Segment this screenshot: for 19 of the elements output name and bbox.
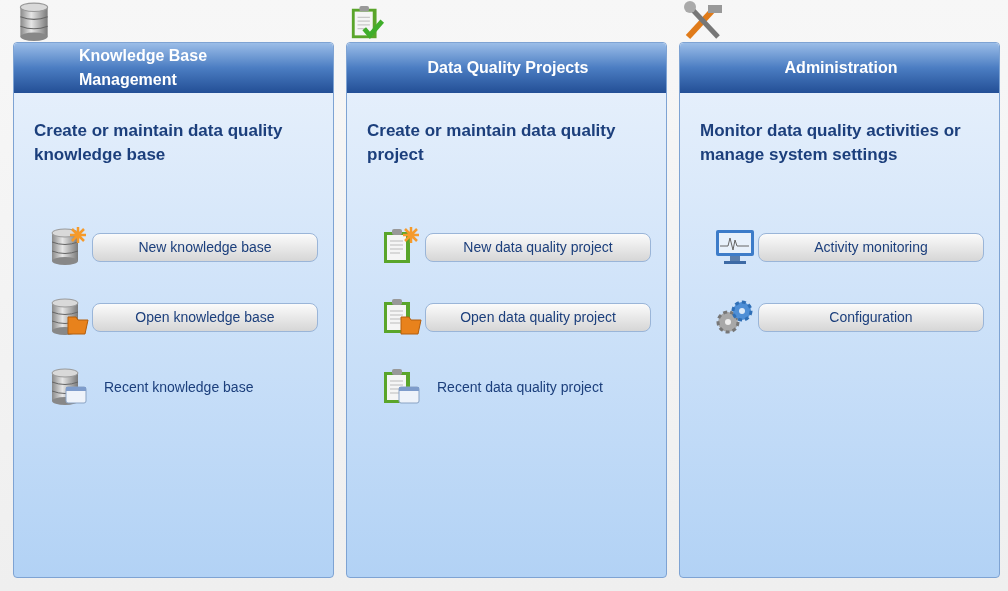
clipboard-folder-icon bbox=[381, 297, 423, 337]
panel-heading: Create or maintain data quality knowledge base bbox=[34, 120, 284, 166]
action-button[interactable]: Activity monitoring bbox=[758, 232, 984, 262]
action-button[interactable]: Configuration bbox=[758, 302, 984, 332]
action-button[interactable]: New data quality project bbox=[425, 232, 651, 262]
panel-title: Data Quality Projects bbox=[426, 58, 590, 78]
database-window-icon bbox=[48, 367, 90, 407]
database-folder-icon bbox=[48, 297, 90, 337]
panel-heading: Create or maintain data quality project bbox=[367, 120, 617, 166]
action-button[interactable]: Open data quality project bbox=[425, 302, 651, 332]
action-link[interactable]: Recent data quality project bbox=[437, 376, 603, 398]
panel-title: Knowledge Base Management bbox=[79, 46, 209, 90]
monitor-icon bbox=[714, 228, 756, 266]
action-link[interactable]: Recent knowledge base bbox=[104, 376, 254, 398]
clipboard-window-icon bbox=[381, 367, 423, 407]
action-button[interactable]: New knowledge base bbox=[92, 232, 318, 262]
panel-title: Administration bbox=[783, 58, 899, 78]
action-button[interactable]: Open knowledge base bbox=[92, 302, 318, 332]
panel-heading: Monitor data quality activities or manage system settings bbox=[700, 120, 962, 166]
